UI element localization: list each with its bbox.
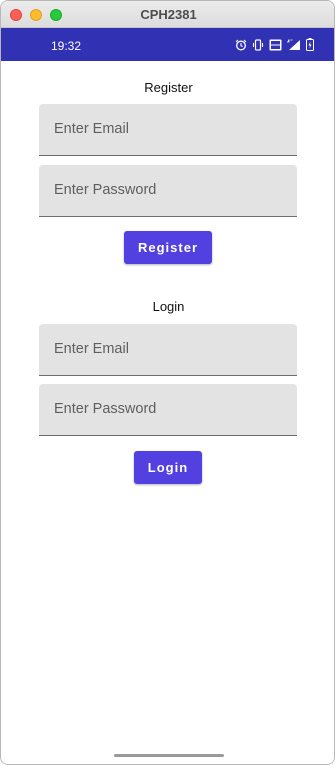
register-password-field[interactable]: Enter Password <box>39 165 297 217</box>
login-password-placeholder: Enter Password <box>54 401 157 417</box>
app-content: Register Enter Email Enter Password Regi… <box>1 61 334 764</box>
login-email-placeholder: Enter Email <box>54 341 129 357</box>
login-heading: Login <box>152 299 185 314</box>
login-password-field[interactable]: Enter Password <box>39 384 297 436</box>
register-password-placeholder: Enter Password <box>54 182 157 198</box>
register-heading: Register <box>144 80 193 95</box>
window-titlebar[interactable]: CPH2381 <box>1 1 334 28</box>
register-email-placeholder: Enter Email <box>54 121 129 137</box>
volte-icon <box>269 39 282 50</box>
app-window: CPH2381 19:32 Register Enter Email Enter… <box>0 0 335 765</box>
register-email-field[interactable]: Enter Email <box>39 104 297 156</box>
home-indicator[interactable] <box>114 754 224 757</box>
battery-icon <box>306 38 314 51</box>
status-time: 19:32 <box>51 39 82 53</box>
login-button[interactable]: Login <box>134 451 202 484</box>
alarm-icon <box>235 39 247 50</box>
status-bar: 19:32 <box>1 28 334 61</box>
register-button[interactable]: Register <box>124 231 212 264</box>
vibrate-icon <box>252 38 264 51</box>
login-email-field[interactable]: Enter Email <box>39 324 297 376</box>
signal-4g-icon <box>287 38 300 50</box>
window-title: CPH2381 <box>140 7 197 22</box>
status-icons <box>235 38 314 51</box>
